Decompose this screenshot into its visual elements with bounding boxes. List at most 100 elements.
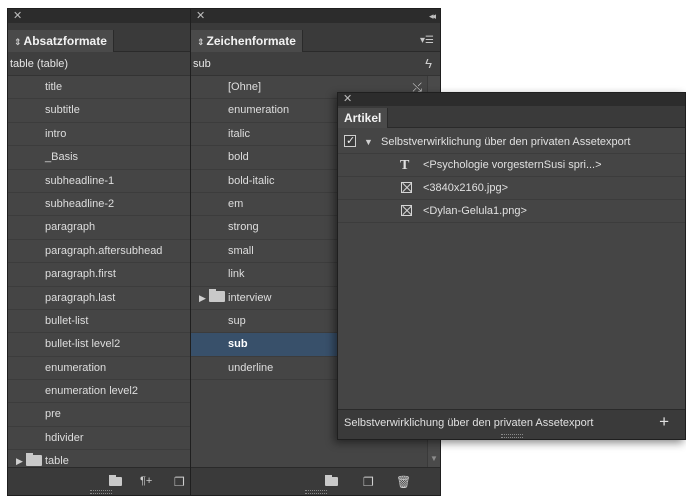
panel-tab-row: Artikel — [338, 106, 685, 128]
panel-footer: Selbstverwirklichung über den privaten A… — [338, 409, 685, 439]
resize-grip[interactable] — [500, 434, 523, 438]
article-entry[interactable]: <3840x2160.jpg> — [338, 177, 685, 200]
list-item[interactable]: intro — [8, 123, 193, 147]
panel-title-bar[interactable]: ✕ — [338, 93, 685, 106]
scroll-down-icon[interactable]: ▼ — [430, 454, 438, 463]
list-item-label: _Basis — [45, 151, 79, 164]
list-item-label: subtitle — [45, 104, 80, 117]
list-item-label: link — [228, 268, 245, 281]
list-item[interactable]: _Basis — [8, 146, 193, 170]
list-item[interactable]: enumeration level2 — [8, 380, 193, 404]
resize-grip[interactable] — [89, 490, 112, 494]
list-item-label: intro — [45, 127, 67, 140]
paragraph-style-list: title subtitle intro _Basis subheadline-1 sub… — [8, 76, 193, 474]
list-item-label: interview — [228, 291, 272, 304]
new-style-icon[interactable]: ❐ — [363, 475, 374, 489]
status-text: Selbstverwirklichung über den privaten A… — [344, 417, 594, 429]
panel-tab-row: ⇕ Absatzformate — [8, 23, 193, 52]
list-item-label: strong — [228, 221, 259, 234]
tab-artikel[interactable]: Artikel — [338, 108, 389, 128]
current-character-style: sub ϟ — [191, 52, 440, 76]
article-row[interactable]: ▼ Selbstverwirklichung über den privaten… — [338, 130, 685, 154]
article-title: Selbstverwirklichung über den privaten A… — [381, 136, 631, 148]
list-item[interactable]: hdivider — [8, 427, 193, 451]
panel-footer: ¶+ ❐ — [8, 467, 193, 495]
trash-icon[interactable]: 🗑 — [396, 475, 411, 489]
tab-zeichenformate[interactable]: ⇕ Zeichenformate — [191, 30, 303, 52]
articles-panel: ✕ Artikel ▼ Selbstverwirklichung über de… — [337, 92, 686, 440]
list-item[interactable]: subheadline-2 — [8, 193, 193, 217]
disclosure-triangle-icon[interactable]: ▶ — [199, 287, 206, 310]
list-item[interactable]: title — [8, 76, 193, 100]
list-item-label: underline — [228, 361, 274, 374]
list-item[interactable]: bullet-list — [8, 310, 193, 334]
tab-absatzformate[interactable]: ⇕ Absatzformate — [8, 30, 114, 52]
folder-icon[interactable] — [325, 475, 338, 489]
folder-icon[interactable] — [109, 475, 122, 489]
collapse-panel-icon[interactable]: ◂◂ — [429, 9, 436, 23]
tab-artikel-label: Artikel — [344, 111, 382, 125]
list-item[interactable]: paragraph.first — [8, 263, 193, 287]
paragraph-styles-panel: ✕ ⇕ Absatzformate table (table) title subt… — [7, 8, 194, 496]
clear-overrides-icon[interactable]: ¶+ — [140, 475, 152, 487]
panel-title-bar[interactable]: ✕ — [8, 9, 193, 23]
quick-apply-icon[interactable]: ϟ — [425, 52, 432, 76]
list-item-label: pre — [45, 408, 61, 421]
current-character-style-label: sub — [193, 58, 211, 70]
disclosure-triangle-icon[interactable]: ▼ — [364, 131, 373, 154]
tab-expand-icon: ⇕ — [14, 37, 22, 47]
close-icon[interactable]: ✕ — [196, 9, 205, 23]
tab-absatzformate-label: Absatzformate — [23, 34, 107, 48]
list-item[interactable]: bullet-list level2 — [8, 333, 193, 357]
list-item-label: hdivider — [45, 431, 84, 444]
list-item-label: em — [228, 197, 244, 210]
current-paragraph-style: table (table) — [8, 52, 193, 76]
list-item-label: bullet-list level2 — [45, 338, 121, 351]
list-item-label: italic — [228, 127, 251, 140]
panel-tab-row: ⇕ Zeichenformate ▾☰ — [191, 23, 440, 52]
list-item-label: title — [45, 81, 63, 93]
close-icon[interactable]: ✕ — [13, 9, 22, 23]
article-entry[interactable]: T <Psychologie vorgesternSusi spri...> — [338, 154, 685, 177]
close-icon[interactable]: ✕ — [343, 93, 352, 106]
list-item-label: enumeration level2 — [45, 385, 138, 398]
article-entry[interactable]: <Dylan-Gelula1.png> — [338, 200, 685, 223]
list-item[interactable]: paragraph.aftersubhead — [8, 240, 193, 264]
text-frame-icon: T — [400, 158, 410, 173]
list-item[interactable]: subtitle — [8, 99, 193, 123]
list-item[interactable]: subheadline-1 — [8, 170, 193, 193]
checkbox-icon[interactable] — [344, 130, 356, 153]
list-item-label: bold-italic — [228, 174, 275, 187]
tab-zeichenformate-label: Zeichenformate — [206, 34, 296, 48]
resize-grip[interactable] — [304, 490, 327, 494]
panel-title-bar[interactable]: ✕ ◂◂ — [191, 9, 440, 23]
list-item[interactable]: paragraph.last — [8, 287, 193, 310]
list-item[interactable]: pre — [8, 403, 193, 427]
list-item-label: enumeration — [45, 361, 107, 374]
list-item-label: sub — [228, 338, 248, 351]
list-item-label: enumeration — [228, 104, 290, 117]
new-style-icon[interactable]: ❐ — [174, 475, 185, 489]
list-item-label: [Ohne] — [228, 81, 262, 93]
add-article-icon[interactable]: + — [659, 412, 669, 432]
article-entry-label: <Psychologie vorgesternSusi spri...> — [423, 159, 602, 171]
panel-footer: ❐ 🗑 — [191, 467, 440, 495]
list-item-label: paragraph.first — [45, 268, 116, 281]
list-item-label: paragraph.aftersubhead — [45, 244, 163, 257]
list-item-label: bullet-list — [45, 314, 89, 327]
list-item-label: paragraph.last — [45, 291, 116, 304]
list-item-label: small — [228, 244, 254, 257]
tab-expand-icon: ⇕ — [197, 37, 205, 47]
list-item-label: subheadline-2 — [45, 197, 115, 210]
list-item-label: sup — [228, 314, 246, 327]
article-entry-label: <Dylan-Gelula1.png> — [423, 205, 527, 217]
image-frame-icon — [401, 205, 412, 216]
image-frame-icon — [401, 182, 412, 193]
list-item[interactable]: enumeration — [8, 357, 193, 381]
panel-menu-icon[interactable]: ▾☰ — [420, 35, 434, 46]
list-item[interactable]: paragraph — [8, 216, 193, 240]
folder-icon — [209, 287, 225, 310]
article-entry-label: <3840x2160.jpg> — [423, 182, 509, 194]
list-item-label: paragraph — [45, 221, 96, 234]
list-item-label: bold — [228, 151, 249, 164]
